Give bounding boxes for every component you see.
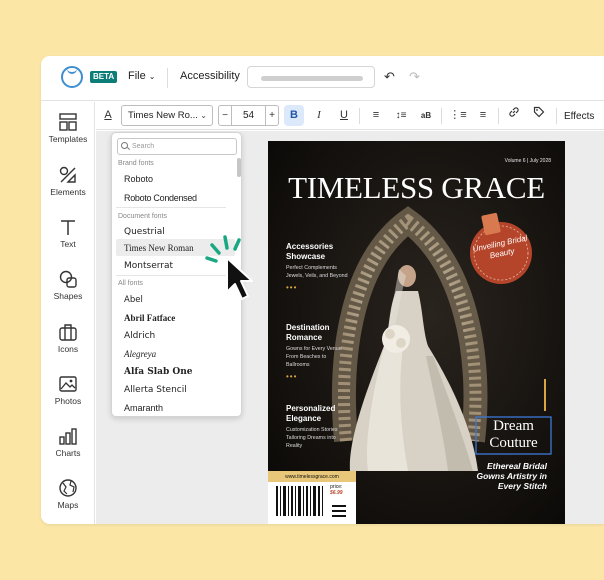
line-height-icon[interactable]: ↕≡ [391, 105, 411, 126]
chevron-down-icon: ⌄ [200, 111, 207, 120]
beta-badge: BETA [90, 71, 118, 83]
price-block: price: $6.99 [330, 484, 343, 496]
sidebar-item-photos[interactable]: Photos [41, 374, 95, 418]
font-search-input[interactable]: Search [117, 138, 237, 155]
font-option[interactable]: Roboto [124, 174, 153, 184]
elements-icon [59, 166, 76, 183]
font-option[interactable]: Abril Fatface [124, 313, 175, 323]
text-icon [61, 220, 75, 235]
font-option[interactable]: Aldrich [124, 331, 155, 341]
feature-title[interactable]: Dream Couture [476, 418, 551, 452]
shapes-icon [59, 270, 77, 288]
dropdown-scrollbar[interactable] [237, 158, 241, 177]
increase-size-button[interactable]: + [265, 106, 278, 125]
font-option[interactable]: Alfa Slab One [124, 367, 193, 377]
section-block: Personalized Elegance Customization Stor… [286, 404, 348, 450]
app-logo-icon[interactable] [61, 66, 83, 88]
underline-button[interactable]: U [334, 105, 354, 126]
website-label: www.timelessgrace.com [285, 474, 339, 480]
sidebar-item-label: Templates [48, 134, 88, 144]
section-body: Gowns for Every Venue From Beaches to Ba… [286, 346, 342, 368]
font-option[interactable]: Roboto Condensed [124, 193, 197, 203]
divider [167, 68, 168, 88]
divider [116, 207, 226, 208]
undo-icon[interactable]: ↶ [384, 69, 395, 85]
tag-icon[interactable] [529, 105, 549, 126]
sidebar-item-label: Maps [57, 500, 79, 510]
accessibility-menu[interactable]: Accessibility [180, 70, 240, 82]
issue-label: Volume 6 | July 2028 [504, 158, 551, 164]
divider [498, 108, 499, 124]
section-body: Customization Stories Tailoring Dreams i… [286, 427, 338, 449]
section-heading: Brand fonts [118, 160, 154, 167]
dots: ••• [286, 283, 298, 292]
link-icon[interactable] [504, 105, 524, 126]
font-size-stepper: − 54 + [218, 105, 279, 126]
templates-icon [59, 113, 77, 131]
sidebar-item-text[interactable]: Text [41, 217, 95, 261]
section-heading: Personalized Elegance [286, 404, 336, 423]
sidebar-item-label: Icons [57, 344, 79, 354]
file-menu[interactable]: File ⌄ [128, 70, 156, 82]
sidebar-item-label: Elements [50, 187, 86, 197]
font-option[interactable]: Allerta Stencil [124, 385, 187, 395]
chevron-down-icon: ⌄ [148, 72, 156, 81]
font-size-value[interactable]: 54 [233, 106, 264, 125]
mouse-cursor-icon [205, 235, 253, 300]
numbered-list-icon[interactable]: ≡ [473, 105, 493, 126]
sidebar-item-label: Charts [55, 448, 81, 458]
magazine-page[interactable]: Volume 6 | July 2028 TIMELESS GRACE Unve… [268, 141, 565, 524]
section-heading: Destination Romance [286, 323, 330, 342]
sidebar-item-label: Text [60, 239, 76, 249]
font-option[interactable]: Amaranth [124, 403, 163, 413]
text-toolbar: A Times New Ro... ⌄ − 54 + B I U ≡ ↕≡ aB … [96, 102, 604, 130]
font-family-select[interactable]: Times New Ro... ⌄ [121, 105, 213, 126]
divider [359, 108, 360, 124]
redo-icon[interactable]: ↷ [409, 69, 420, 85]
icons-icon [59, 324, 77, 341]
font-option[interactable]: Alegreya [124, 349, 156, 359]
magazine-title[interactable]: TIMELESS GRACE [268, 170, 565, 206]
divider [556, 108, 557, 124]
feature-subtitle: Ethereal Bridal Gowns Artistry in Every … [476, 461, 547, 491]
sidebar-item-shapes[interactable]: Shapes [41, 269, 95, 313]
section-block: Destination Romance Gowns for Every Venu… [286, 323, 348, 381]
section-heading: Document fonts [118, 213, 168, 220]
left-sidebar: Templates Elements Text Shapes Icons Pho… [41, 102, 95, 524]
divider [441, 108, 442, 124]
sidebar-item-icons[interactable]: Icons [41, 322, 95, 366]
section-body: Perfect Complements Jewels, Veils, and B… [286, 265, 348, 279]
section-block: Accessories Showcase Perfect Complements… [286, 242, 348, 292]
search-icon [121, 142, 128, 149]
sidebar-item-elements[interactable]: Elements [41, 165, 95, 209]
font-option[interactable]: Abel [124, 295, 143, 305]
italic-button[interactable]: I [309, 105, 329, 126]
top-bar: BETA File ⌄ Accessibility ↶ ↷ [41, 56, 604, 101]
align-icon[interactable]: ≡ [366, 105, 386, 126]
document-name-field[interactable] [247, 66, 375, 88]
font-option[interactable]: Questrial [124, 227, 165, 237]
section-heading: All fonts [118, 280, 143, 287]
photos-icon [59, 376, 77, 392]
letter-spacing-icon[interactable]: aB [416, 105, 436, 126]
text-color-icon[interactable]: A [98, 105, 118, 126]
charts-icon [59, 428, 77, 445]
bulleted-list-icon[interactable]: ⋮≡ [448, 105, 468, 126]
font-option[interactable]: Montserrat [124, 261, 173, 271]
sidebar-item-label: Photos [54, 396, 82, 406]
sidebar-item-label: Shapes [53, 291, 83, 301]
bold-button[interactable]: B [284, 105, 304, 126]
effects-button[interactable]: Effects [564, 111, 594, 122]
sidebar-item-maps[interactable]: Maps [41, 478, 95, 522]
sidebar-item-charts[interactable]: Charts [41, 426, 95, 470]
dots: ••• [286, 372, 298, 381]
maps-icon [59, 479, 77, 497]
sidebar-item-templates[interactable]: Templates [41, 112, 95, 156]
font-option-selected[interactable]: Times New Roman [124, 243, 194, 253]
decrease-size-button[interactable]: − [219, 106, 232, 125]
section-heading: Accessories Showcase [286, 242, 334, 261]
